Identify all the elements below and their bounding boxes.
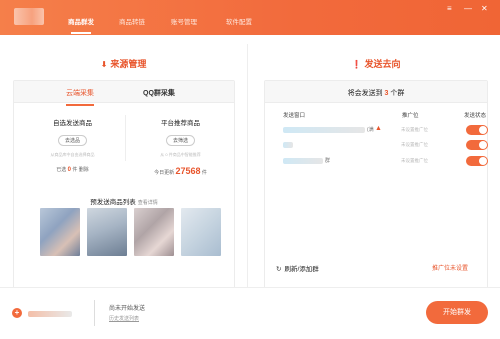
custom-products-desc: 从商品库中自由选择商品 xyxy=(50,152,95,157)
destination-title: ❗ 发送去向 xyxy=(351,59,401,69)
column-header-promo: 推广位 xyxy=(402,113,419,119)
nav-tab-settings[interactable]: 软件配置 xyxy=(226,16,252,26)
column-header-window: 发送窗口 xyxy=(283,113,306,119)
platform-products-title: 平台推荐商品 xyxy=(161,120,200,127)
filter-products-button[interactable]: 去筛选 xyxy=(165,135,195,146)
nav-tab-product-convert[interactable]: 商品转链 xyxy=(119,16,145,26)
send-status-text: 尚未开始发送 xyxy=(109,306,146,312)
down-arrow-icon: ⬇ xyxy=(100,60,108,69)
group-name xyxy=(283,127,365,133)
promo-link[interactable]: 未设置推广位 xyxy=(401,158,428,164)
promo-link[interactable]: 未设置推广位 xyxy=(401,142,428,148)
product-thumbnail[interactable] xyxy=(87,208,127,256)
column-header-status: 发送状态 xyxy=(464,113,487,119)
add-icon[interactable]: + xyxy=(12,308,22,318)
send-toggle[interactable] xyxy=(466,125,488,135)
source-panel: ⬇ 来源管理 云端采集 QQ群采集 自选发送商品 去选品 从商品库中自由选择商品 … xyxy=(0,44,248,321)
refresh-icon: ↻ xyxy=(276,266,282,273)
delete-link[interactable]: 删除 xyxy=(79,167,89,173)
preview-list-title: 预发送商品列表 查看详情 xyxy=(90,199,158,206)
product-thumbnail[interactable] xyxy=(181,208,221,256)
destination-card: 将会发送到 3 个群 发送窗口 推广位 发送状态 (满 ▲ 未设置推广位 未设置… xyxy=(264,80,488,294)
footer-bar: + 尚未开始发送 历史发送列表 开始群发 xyxy=(0,287,500,339)
top-bar: 商品群发 商品转链 账号管理 软件配置 ≡ — ✕ xyxy=(0,0,500,35)
app-logo xyxy=(14,8,44,25)
select-products-button[interactable]: 去选品 xyxy=(57,135,87,146)
divider xyxy=(94,300,95,326)
custom-products: 自选发送商品 去选品 从商品库中自由选择商品 已选 0 件 删除 xyxy=(20,117,125,173)
platform-products: 平台推荐商品 去筛选 从 0 件商品中智能推荐 今日更新 27568 件 xyxy=(128,117,233,176)
platform-products-stat: 今日更新 27568 件 xyxy=(154,166,207,176)
menu-icon[interactable]: ≡ xyxy=(447,5,452,13)
destination-summary: 将会发送到 3 个群 xyxy=(265,81,487,103)
promo-unset-link[interactable]: 推广位未设置 xyxy=(432,263,468,272)
history-list-link[interactable]: 历史发送列表 xyxy=(109,315,139,322)
product-thumbnail[interactable] xyxy=(40,208,80,256)
warning-icon: ▲ xyxy=(375,125,382,132)
custom-products-title: 自选发送商品 xyxy=(53,120,92,127)
nav-tab-product-broadcast[interactable]: 商品群发 xyxy=(68,16,94,34)
destination-panel: ❗ 发送去向 将会发送到 3 个群 发送窗口 推广位 发送状态 (满 ▲ 未设置推… xyxy=(252,44,500,294)
platform-products-desc: 从 0 件商品中智能推荐 xyxy=(160,152,201,157)
close-icon[interactable]: ✕ xyxy=(481,5,488,13)
product-thumbnail[interactable] xyxy=(134,208,174,256)
send-toggle[interactable] xyxy=(466,140,488,150)
group-count: 3 xyxy=(384,90,389,97)
custom-products-stat: 已选 0 件 删除 xyxy=(56,167,89,173)
group-name xyxy=(283,142,293,148)
tab-qq-collect[interactable]: QQ群采集 xyxy=(143,88,175,98)
start-broadcast-button[interactable]: 开始群发 xyxy=(426,301,488,324)
group-row[interactable]: (满 ▲ 未设置推广位 xyxy=(265,123,488,137)
minimize-icon[interactable]: — xyxy=(464,5,472,13)
divider xyxy=(125,115,126,161)
source-title: ⬇ 来源管理 xyxy=(100,59,147,69)
view-details-link[interactable]: 查看详情 xyxy=(138,200,158,206)
send-toggle[interactable] xyxy=(466,156,488,166)
promo-link[interactable]: 未设置推广位 xyxy=(401,127,428,133)
add-account-label[interactable] xyxy=(28,311,72,317)
group-row[interactable]: 群 未设置推广位 xyxy=(265,154,488,168)
nav-tab-account[interactable]: 账号管理 xyxy=(171,16,197,26)
exclamation-icon: ❗ xyxy=(351,60,362,69)
tab-cloud-collect[interactable]: 云端采集 xyxy=(66,88,94,106)
source-card: 云端采集 QQ群采集 自选发送商品 去选品 从商品库中自由选择商品 已选 0 件… xyxy=(13,80,235,321)
refresh-add-group-button[interactable]: ↻ 刷新/添加群 xyxy=(276,263,319,273)
group-row[interactable]: 未设置推广位 xyxy=(265,138,488,152)
source-tabbar: 云端采集 QQ群采集 xyxy=(14,81,234,106)
group-name xyxy=(283,158,323,164)
